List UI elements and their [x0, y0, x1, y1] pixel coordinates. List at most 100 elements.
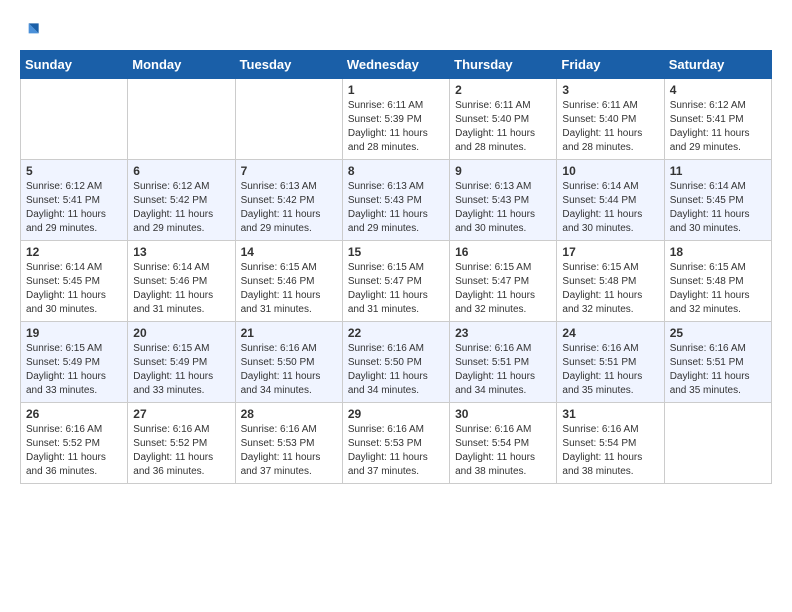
calendar-week-row: 5 Sunrise: 6:12 AM Sunset: 5:41 PM Daylig… — [21, 160, 772, 241]
day-info: Sunrise: 6:13 AM Sunset: 5:42 PM Dayligh… — [241, 181, 321, 234]
calendar-cell: 14 Sunrise: 6:15 AM Sunset: 5:46 PM Dayli… — [235, 241, 342, 322]
calendar-cell: 7 Sunrise: 6:13 AM Sunset: 5:42 PM Daylig… — [235, 160, 342, 241]
weekday-header: Thursday — [450, 51, 557, 79]
calendar-cell: 16 Sunrise: 6:15 AM Sunset: 5:47 PM Dayli… — [450, 241, 557, 322]
day-number: 14 — [241, 245, 337, 259]
day-number: 15 — [348, 245, 444, 259]
day-number: 24 — [562, 326, 658, 340]
weekday-header: Monday — [128, 51, 235, 79]
day-number: 25 — [670, 326, 766, 340]
day-info: Sunrise: 6:16 AM Sunset: 5:51 PM Dayligh… — [562, 343, 642, 396]
calendar-cell: 26Sunrise: 6:16 AM Sunset: 5:52 PM Dayli… — [21, 403, 128, 484]
calendar-cell: 19Sunrise: 6:15 AM Sunset: 5:49 PM Dayli… — [21, 322, 128, 403]
logo-icon — [22, 20, 42, 40]
day-number: 11 — [670, 164, 766, 178]
calendar-cell: 22Sunrise: 6:16 AM Sunset: 5:50 PM Dayli… — [342, 322, 449, 403]
weekday-header: Wednesday — [342, 51, 449, 79]
day-info: Sunrise: 6:14 AM Sunset: 5:45 PM Dayligh… — [26, 262, 106, 315]
calendar-cell — [21, 79, 128, 160]
day-number: 9 — [455, 164, 551, 178]
day-info: Sunrise: 6:16 AM Sunset: 5:52 PM Dayligh… — [133, 424, 213, 477]
day-number: 2 — [455, 83, 551, 97]
logo — [20, 20, 42, 40]
day-info: Sunrise: 6:12 AM Sunset: 5:41 PM Dayligh… — [670, 100, 750, 153]
day-number: 4 — [670, 83, 766, 97]
day-info: Sunrise: 6:16 AM Sunset: 5:53 PM Dayligh… — [241, 424, 321, 477]
calendar-cell: 13 Sunrise: 6:14 AM Sunset: 5:46 PM Dayli… — [128, 241, 235, 322]
page-header — [20, 20, 772, 40]
calendar-cell: 2Sunrise: 6:11 AM Sunset: 5:40 PM Daylig… — [450, 79, 557, 160]
calendar-header-row: SundayMondayTuesdayWednesdayThursdayFrid… — [21, 51, 772, 79]
day-info: Sunrise: 6:16 AM Sunset: 5:50 PM Dayligh… — [241, 343, 321, 396]
day-info: Sunrise: 6:16 AM Sunset: 5:51 PM Dayligh… — [670, 343, 750, 396]
calendar-cell: 10 Sunrise: 6:14 AM Sunset: 5:44 PM Dayli… — [557, 160, 664, 241]
day-number: 23 — [455, 326, 551, 340]
day-number: 20 — [133, 326, 229, 340]
calendar-cell: 21 Sunrise: 6:16 AM Sunset: 5:50 PM Dayli… — [235, 322, 342, 403]
calendar-week-row: 1 Sunrise: 6:11 AM Sunset: 5:39 PM Daylig… — [21, 79, 772, 160]
day-number: 28 — [241, 407, 337, 421]
calendar-cell: 23 Sunrise: 6:16 AM Sunset: 5:51 PM Dayli… — [450, 322, 557, 403]
calendar-week-row: 19Sunrise: 6:15 AM Sunset: 5:49 PM Dayli… — [21, 322, 772, 403]
calendar-cell: 5 Sunrise: 6:12 AM Sunset: 5:41 PM Daylig… — [21, 160, 128, 241]
day-info: Sunrise: 6:12 AM Sunset: 5:42 PM Dayligh… — [133, 181, 213, 234]
weekday-header: Tuesday — [235, 51, 342, 79]
day-info: Sunrise: 6:16 AM Sunset: 5:54 PM Dayligh… — [562, 424, 642, 477]
day-info: Sunrise: 6:15 AM Sunset: 5:46 PM Dayligh… — [241, 262, 321, 315]
calendar-cell — [128, 79, 235, 160]
calendar-cell: 1 Sunrise: 6:11 AM Sunset: 5:39 PM Daylig… — [342, 79, 449, 160]
day-number: 7 — [241, 164, 337, 178]
weekday-header: Friday — [557, 51, 664, 79]
day-info: Sunrise: 6:11 AM Sunset: 5:39 PM Dayligh… — [348, 100, 428, 153]
day-info: Sunrise: 6:16 AM Sunset: 5:52 PM Dayligh… — [26, 424, 106, 477]
day-info: Sunrise: 6:15 AM Sunset: 5:47 PM Dayligh… — [455, 262, 535, 315]
day-info: Sunrise: 6:12 AM Sunset: 5:41 PM Dayligh… — [26, 181, 106, 234]
day-number: 10 — [562, 164, 658, 178]
weekday-header: Sunday — [21, 51, 128, 79]
day-info: Sunrise: 6:16 AM Sunset: 5:51 PM Dayligh… — [455, 343, 535, 396]
day-info: Sunrise: 6:11 AM Sunset: 5:40 PM Dayligh… — [562, 100, 642, 153]
day-number: 17 — [562, 245, 658, 259]
day-number: 5 — [26, 164, 122, 178]
day-number: 1 — [348, 83, 444, 97]
day-number: 21 — [241, 326, 337, 340]
day-info: Sunrise: 6:14 AM Sunset: 5:46 PM Dayligh… — [133, 262, 213, 315]
day-info: Sunrise: 6:13 AM Sunset: 5:43 PM Dayligh… — [348, 181, 428, 234]
calendar-cell: 30 Sunrise: 6:16 AM Sunset: 5:54 PM Dayli… — [450, 403, 557, 484]
calendar-cell: 12Sunrise: 6:14 AM Sunset: 5:45 PM Dayli… — [21, 241, 128, 322]
day-info: Sunrise: 6:15 AM Sunset: 5:48 PM Dayligh… — [562, 262, 642, 315]
calendar-cell: 29 Sunrise: 6:16 AM Sunset: 5:53 PM Dayli… — [342, 403, 449, 484]
calendar-cell: 20Sunrise: 6:15 AM Sunset: 5:49 PM Dayli… — [128, 322, 235, 403]
calendar-week-row: 12Sunrise: 6:14 AM Sunset: 5:45 PM Dayli… — [21, 241, 772, 322]
calendar-cell: 15 Sunrise: 6:15 AM Sunset: 5:47 PM Dayli… — [342, 241, 449, 322]
day-number: 3 — [562, 83, 658, 97]
day-info: Sunrise: 6:16 AM Sunset: 5:53 PM Dayligh… — [348, 424, 428, 477]
day-info: Sunrise: 6:16 AM Sunset: 5:54 PM Dayligh… — [455, 424, 535, 477]
day-number: 6 — [133, 164, 229, 178]
day-info: Sunrise: 6:15 AM Sunset: 5:48 PM Dayligh… — [670, 262, 750, 315]
day-number: 29 — [348, 407, 444, 421]
day-info: Sunrise: 6:14 AM Sunset: 5:45 PM Dayligh… — [670, 181, 750, 234]
day-number: 31 — [562, 407, 658, 421]
calendar-table: SundayMondayTuesdayWednesdayThursdayFrid… — [20, 50, 772, 484]
calendar-cell: 31 Sunrise: 6:16 AM Sunset: 5:54 PM Dayli… — [557, 403, 664, 484]
day-number: 27 — [133, 407, 229, 421]
day-number: 18 — [670, 245, 766, 259]
day-info: Sunrise: 6:16 AM Sunset: 5:50 PM Dayligh… — [348, 343, 428, 396]
day-number: 30 — [455, 407, 551, 421]
day-number: 19 — [26, 326, 122, 340]
calendar-cell: 24 Sunrise: 6:16 AM Sunset: 5:51 PM Dayli… — [557, 322, 664, 403]
calendar-cell — [664, 403, 771, 484]
day-number: 13 — [133, 245, 229, 259]
calendar-cell: 3 Sunrise: 6:11 AM Sunset: 5:40 PM Daylig… — [557, 79, 664, 160]
day-info: Sunrise: 6:14 AM Sunset: 5:44 PM Dayligh… — [562, 181, 642, 234]
calendar-cell: 28 Sunrise: 6:16 AM Sunset: 5:53 PM Dayli… — [235, 403, 342, 484]
day-info: Sunrise: 6:13 AM Sunset: 5:43 PM Dayligh… — [455, 181, 535, 234]
calendar-week-row: 26Sunrise: 6:16 AM Sunset: 5:52 PM Dayli… — [21, 403, 772, 484]
day-info: Sunrise: 6:15 AM Sunset: 5:47 PM Dayligh… — [348, 262, 428, 315]
day-number: 16 — [455, 245, 551, 259]
calendar-cell: 11 Sunrise: 6:14 AM Sunset: 5:45 PM Dayli… — [664, 160, 771, 241]
calendar-cell: 6 Sunrise: 6:12 AM Sunset: 5:42 PM Daylig… — [128, 160, 235, 241]
calendar-cell: 27 Sunrise: 6:16 AM Sunset: 5:52 PM Dayli… — [128, 403, 235, 484]
calendar-cell: 25 Sunrise: 6:16 AM Sunset: 5:51 PM Dayli… — [664, 322, 771, 403]
